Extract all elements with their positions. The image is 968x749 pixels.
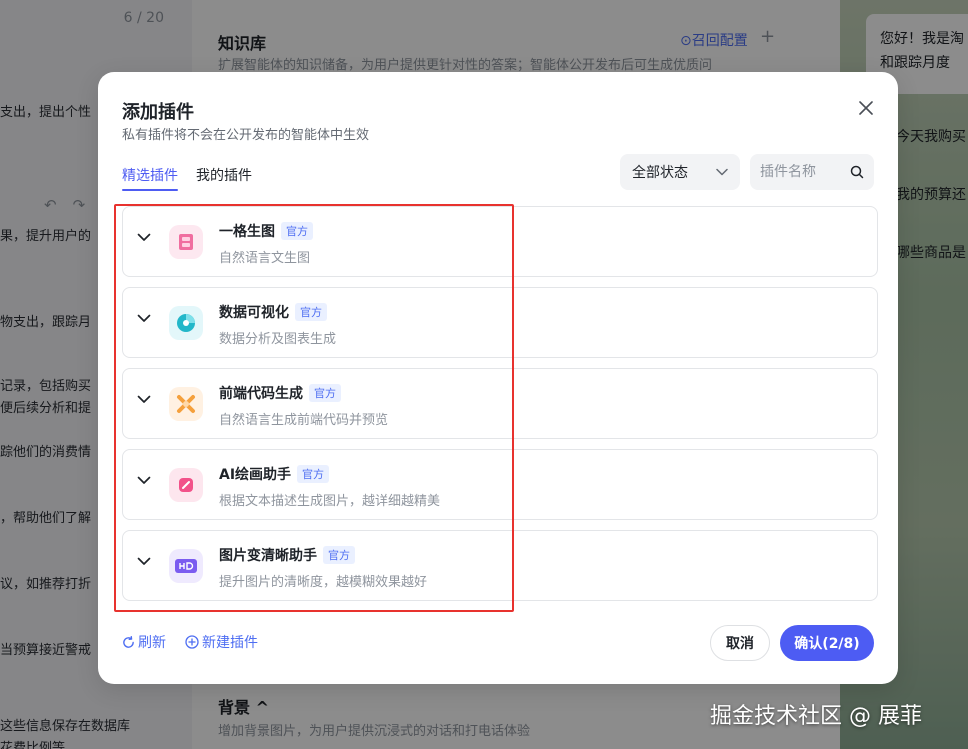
new-plugin-button[interactable]: 新建插件 — [185, 632, 258, 652]
status-filter-value: 全部状态 — [632, 165, 688, 181]
dialog-subtitle: 私有插件将不会在公开发布的智能体中生效 — [122, 128, 370, 143]
official-badge: 官方 — [281, 222, 313, 240]
add-plugin-dialog: 添加插件 私有插件将不会在公开发布的智能体中生效 精选插件 我的插件 全部状态 … — [98, 72, 898, 684]
plugin-description: 数据分析及图表生成 — [219, 332, 337, 347]
ai-paint-icon — [169, 468, 203, 502]
plugin-description: 根据文本描述生成图片，越详细越精美 — [219, 494, 441, 509]
plugin-card[interactable]: 数据可视化 官方 数据分析及图表生成 — [122, 287, 878, 358]
plugin-name: 数据可视化 官方 — [219, 302, 327, 322]
plugin-card[interactable]: 前端代码生成 官方 自然语言生成前端代码并预览 — [122, 368, 878, 439]
plus-circle-icon — [185, 635, 199, 649]
image-gen-icon — [169, 225, 203, 259]
plugin-name: AI绘画助手 官方 — [219, 464, 330, 484]
tab-my-plugins[interactable]: 我的插件 — [196, 165, 252, 191]
plugin-description: 自然语言文生图 — [219, 251, 311, 266]
new-plugin-label: 新建插件 — [202, 635, 258, 651]
plugin-search[interactable] — [750, 154, 874, 190]
refresh-label: 刷新 — [138, 635, 166, 651]
expand-chevron-icon[interactable] — [137, 476, 151, 485]
tab-featured-plugins[interactable]: 精选插件 — [122, 165, 178, 191]
refresh-button[interactable]: 刷新 — [122, 632, 166, 652]
plugin-card[interactable]: 图片变清晰助手 官方 提升图片的清晰度，越模糊效果越好 — [122, 530, 878, 601]
close-button[interactable] — [854, 96, 878, 120]
plugin-name: 一格生图 官方 — [219, 221, 313, 241]
refresh-icon — [123, 635, 134, 648]
official-badge: 官方 — [297, 465, 330, 483]
expand-chevron-icon[interactable] — [137, 557, 151, 566]
cancel-button[interactable]: 取消 — [710, 625, 770, 661]
official-badge: 官方 — [295, 303, 327, 321]
data-viz-icon — [169, 306, 203, 340]
plugin-card[interactable]: 一格生图 官方 自然语言文生图 — [122, 206, 878, 277]
watermark: 掘金技术社区 @ 展菲 — [710, 704, 922, 729]
dialog-title: 添加插件 — [122, 102, 194, 123]
official-badge: 官方 — [323, 546, 355, 564]
code-gen-icon — [169, 387, 203, 421]
plugin-search-input[interactable] — [760, 164, 840, 180]
plugin-list: 一格生图 官方 自然语言文生图 数据可视化 官方 数据分析及图表生成 前端代码生成官… — [122, 206, 878, 611]
expand-chevron-icon[interactable] — [137, 395, 151, 404]
chevron-down-icon — [716, 168, 728, 176]
plugin-card[interactable]: AI绘画助手 官方 根据文本描述生成图片，越详细越精美 — [122, 449, 878, 520]
close-icon — [859, 101, 873, 115]
expand-chevron-icon[interactable] — [137, 314, 151, 323]
plugin-name: 图片变清晰助手 官方 — [219, 545, 355, 565]
hd-image-icon — [169, 549, 203, 583]
plugin-description: 自然语言生成前端代码并预览 — [219, 413, 389, 428]
official-badge: 官方 — [309, 384, 341, 402]
plugin-name: 前端代码生成 官方 — [219, 383, 341, 403]
expand-chevron-icon[interactable] — [137, 233, 151, 242]
search-icon[interactable] — [850, 165, 864, 179]
confirm-button[interactable]: 确认(2/8) — [780, 625, 874, 661]
plugin-description: 提升图片的清晰度，越模糊效果越好 — [219, 575, 428, 590]
status-filter-select[interactable]: 全部状态 — [620, 154, 740, 190]
